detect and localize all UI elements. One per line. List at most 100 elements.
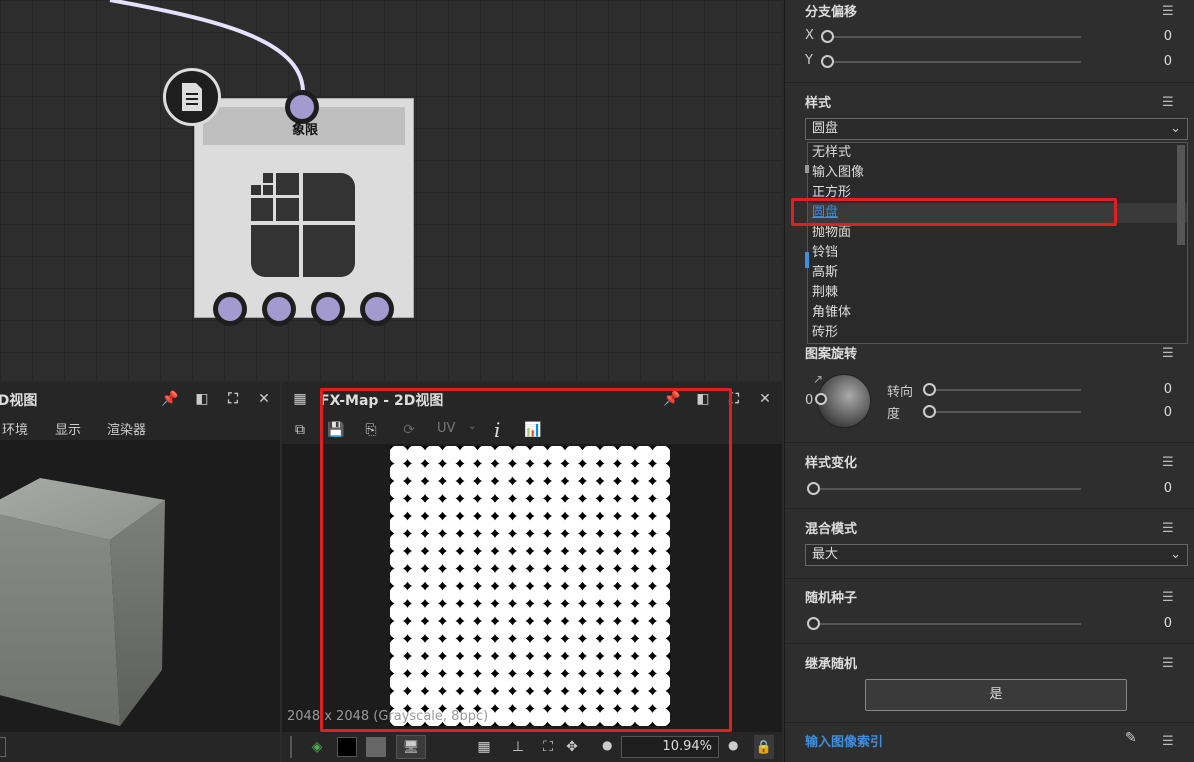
pattern-option[interactable]: 角锥体 <box>808 303 1187 323</box>
degree-slider-track[interactable] <box>931 411 1081 413</box>
x-value[interactable]: 0 <box>1164 29 1172 44</box>
y-slider-track[interactable] <box>827 61 1081 63</box>
seed-slider-track[interactable] <box>813 623 1081 625</box>
highlight-box-disc-option <box>791 198 1117 226</box>
menu-lines-icon[interactable]: ☰ <box>1162 734 1180 749</box>
lock-icon[interactable]: 🔒 <box>754 735 774 759</box>
variation-value[interactable]: 0 <box>1164 481 1172 496</box>
menu-lines-icon[interactable]: ☰ <box>1162 590 1180 605</box>
blend-mode-select[interactable]: 最大 ⌄ <box>805 544 1188 566</box>
hidden-row-marker <box>805 165 809 173</box>
input-port[interactable] <box>285 90 319 124</box>
y-label: Y <box>805 53 813 68</box>
y-slider-knob[interactable] <box>821 55 834 68</box>
x-slider-track[interactable] <box>827 36 1081 38</box>
gray-swatch[interactable] <box>366 737 386 757</box>
inherit-random-button[interactable]: 是 <box>865 679 1127 711</box>
output-port-3[interactable] <box>311 292 345 326</box>
output-port-1[interactable] <box>213 292 247 326</box>
zoom-out-icon[interactable]: ● <box>602 738 612 752</box>
pattern-option[interactable]: 抛物面 <box>808 223 1187 243</box>
seed-slider-knob[interactable] <box>807 617 820 630</box>
rotate-arrow-icon: ↗ <box>813 372 824 386</box>
turn-value[interactable]: 0 <box>1164 382 1172 397</box>
hidden-row-marker <box>805 252 809 268</box>
x-slider-knob[interactable] <box>821 30 834 43</box>
turn-slider-track[interactable] <box>931 389 1081 391</box>
graph-canvas[interactable]: 象限 <box>0 0 782 380</box>
menu-renderer[interactable]: 渲染器 <box>107 419 146 438</box>
chevron-down-icon: ⌄ <box>1170 547 1181 562</box>
pattern-option[interactable]: 荆棘 <box>808 283 1187 303</box>
properties-panel: 分支偏移 ☰ X 0 Y 0 样式 ☰ 圆盘 ⌄ 无样式 输入图像 正方形 圆盘 抛物面… <box>784 0 1194 762</box>
float-icon[interactable]: ◧ <box>192 389 212 409</box>
export-icon[interactable]: ⧉ <box>290 420 310 440</box>
layers-icon[interactable]: ◈ <box>307 737 327 757</box>
dial-value: 0 <box>805 393 814 408</box>
maximize-icon[interactable]: ⛶ <box>223 389 243 409</box>
menu-lines-icon[interactable]: ☰ <box>1162 95 1180 110</box>
output-port-2[interactable] <box>262 292 296 326</box>
pattern-selected: 圆盘 <box>812 121 839 136</box>
3d-statusbar <box>0 732 280 762</box>
pattern-option[interactable]: 铃铛 <box>808 243 1187 263</box>
pattern-option[interactable]: 无样式 <box>808 143 1187 163</box>
input-image-index-title: 输入图像索引 <box>805 735 884 750</box>
status-field[interactable] <box>0 737 6 757</box>
highlight-box-2d-view <box>320 388 732 732</box>
edit-icon[interactable]: ✎ <box>1125 730 1137 746</box>
tile-grid-icon[interactable]: ▦ <box>474 737 494 757</box>
pin-icon[interactable]: 📌 <box>160 389 180 409</box>
pan-icon[interactable]: ✥ <box>562 737 582 757</box>
turn-slider-knob[interactable] <box>923 383 936 396</box>
menu-lines-icon[interactable]: ☰ <box>1162 4 1180 19</box>
close-icon[interactable]: ✕ <box>254 389 274 409</box>
rotation-title: 图案旋转 <box>805 347 858 362</box>
close-icon[interactable]: ✕ <box>755 389 775 409</box>
turn-label: 转向 <box>887 385 914 400</box>
pattern-option[interactable]: 高斯 <box>808 263 1187 283</box>
variation-slider-track[interactable] <box>813 488 1081 490</box>
zoom-in-icon[interactable]: ● <box>728 738 738 752</box>
chevron-down-icon: ⌄ <box>1170 121 1181 136</box>
2d-statusbar: ◈ 🖥 ▦ ⊥ ⛶ ✥ ● 10.94% ● 🔒 <box>282 732 782 762</box>
random-seed-title: 随机种子 <box>805 591 858 606</box>
divider <box>785 643 1194 644</box>
black-swatch[interactable] <box>337 737 357 757</box>
pattern-option[interactable]: 砖形 <box>808 323 1187 343</box>
pattern-dropdown-list[interactable]: 无样式 输入图像 正方形 圆盘 抛物面 铃铛 高斯 荆棘 角锥体 砖形 <box>807 142 1188 344</box>
pattern-option[interactable]: 输入图像 <box>808 163 1187 183</box>
divider <box>785 82 1194 83</box>
menu-lines-icon[interactable]: ☰ <box>1162 656 1180 671</box>
variation-slider-knob[interactable] <box>807 482 820 495</box>
degree-label: 度 <box>887 407 901 422</box>
seed-value[interactable]: 0 <box>1164 616 1172 631</box>
branch-offset-title: 分支偏移 <box>805 5 858 20</box>
degree-value[interactable]: 0 <box>1164 405 1172 420</box>
3d-view-panel: 3D视图 📌 ◧ ⛶ ✕ 环境 显示 渲染器 <box>0 382 280 762</box>
menu-lines-icon[interactable]: ☰ <box>1162 346 1180 361</box>
menu-lines-icon[interactable]: ☰ <box>1162 521 1180 536</box>
3d-viewport[interactable] <box>0 440 280 732</box>
fit-icon[interactable]: ⛶ <box>538 737 558 757</box>
inherit-random-title: 继承随机 <box>805 657 858 672</box>
quadrant-glyph-icon <box>251 173 355 277</box>
divider <box>785 508 1194 509</box>
pattern-select[interactable]: 圆盘 ⌄ <box>805 118 1188 140</box>
pixel-ruler-icon[interactable]: ⊥ <box>508 737 528 757</box>
quadrant-node[interactable]: 象限 <box>194 90 414 326</box>
color-channel-button[interactable]: 🖥 <box>396 735 426 759</box>
blend-mode-title: 混合模式 <box>805 522 858 537</box>
blend-mode-selected: 最大 <box>812 547 839 562</box>
zoom-input[interactable]: 10.94% <box>621 736 719 758</box>
menu-display[interactable]: 显示 <box>55 419 81 438</box>
y-value[interactable]: 0 <box>1164 54 1172 69</box>
output-port-4[interactable] <box>360 292 394 326</box>
dial-knob[interactable] <box>815 393 827 405</box>
menu-lines-icon[interactable]: ☰ <box>1162 455 1180 470</box>
dropdown-scrollbar[interactable] <box>1177 145 1185 245</box>
3d-panel-title: 3D视图 <box>0 393 38 409</box>
degree-slider-knob[interactable] <box>923 405 936 418</box>
menu-environment[interactable]: 环境 <box>2 419 28 438</box>
document-badge-icon <box>163 68 221 126</box>
